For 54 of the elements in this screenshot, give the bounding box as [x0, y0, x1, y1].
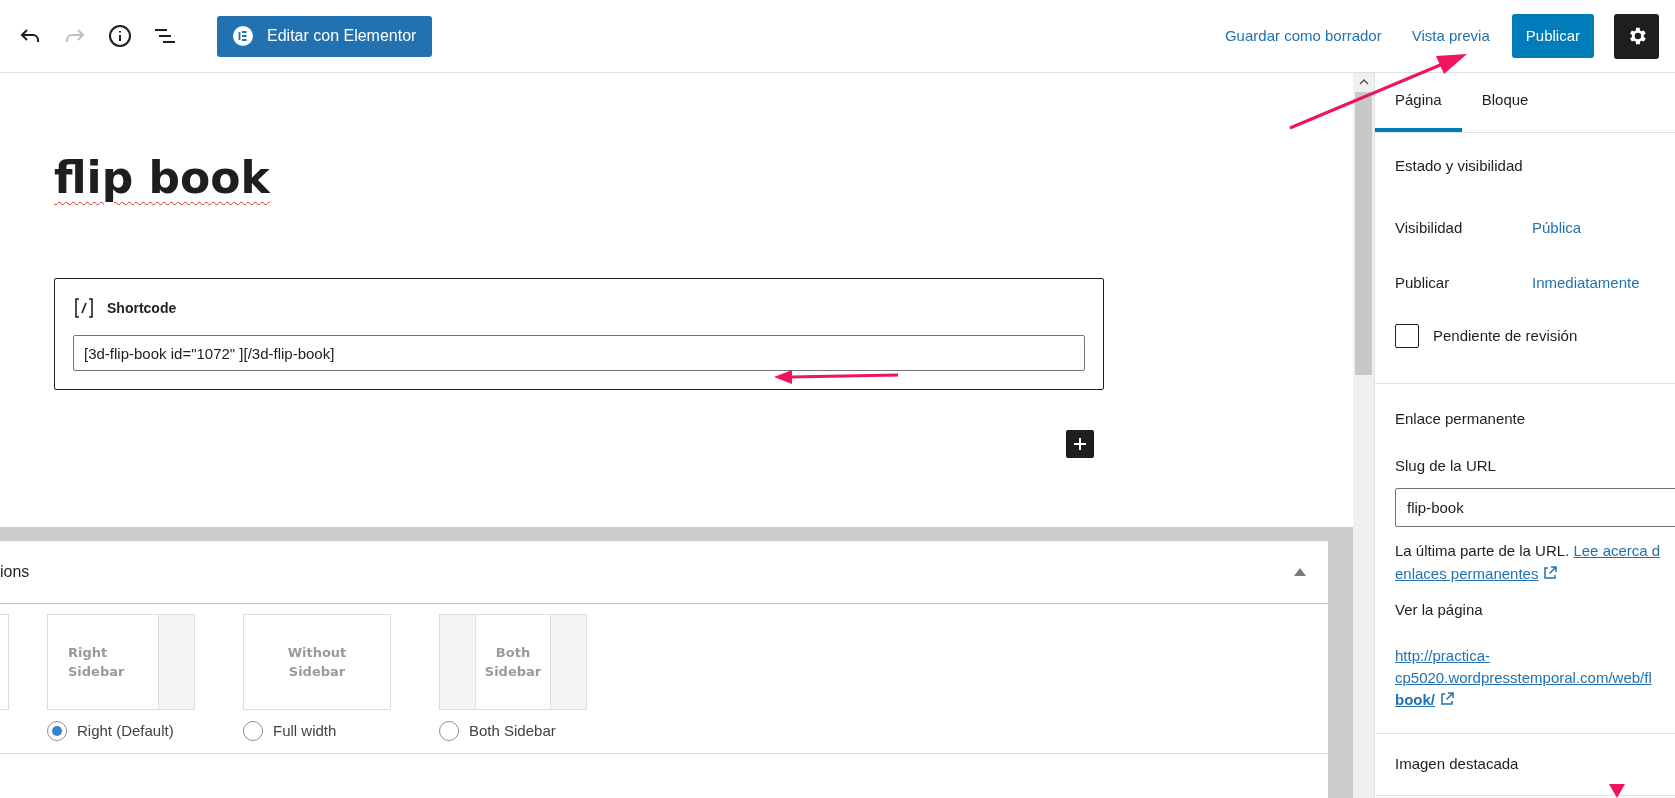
layout-thumbnail[interactable]: Both Sidebar	[439, 614, 587, 710]
shortcode-input[interactable]: [3d-flip-book id="1072" ][/3d-flip-book]	[73, 335, 1085, 371]
collapse-icon[interactable]	[1294, 568, 1306, 576]
page-url-link[interactable]: book/	[1395, 691, 1435, 708]
sidebar-tab[interactable]: Bloque	[1461, 73, 1549, 132]
edit-with-elementor-button[interactable]: Editar con Elementor	[217, 15, 433, 57]
section-heading[interactable]: Estado y visibilidad	[1395, 133, 1675, 201]
checkbox-label: Pendiente de revisión	[1433, 325, 1578, 346]
info-icon[interactable]	[108, 24, 132, 48]
field-label: Publicar	[1395, 273, 1451, 294]
field-value-link[interactable]: Inmediatamente	[1532, 272, 1640, 295]
layout-thumbnail[interactable]: Right Sidebar	[47, 614, 195, 710]
help-link[interactable]: Lee acerca d	[1573, 542, 1661, 559]
help-link[interactable]: enlaces permanentes	[1395, 565, 1539, 582]
thumbnail-label: Both Sidebar	[483, 644, 543, 681]
preview-link[interactable]: Vista previa	[1411, 24, 1490, 48]
plus-icon	[1072, 436, 1088, 452]
shortcode-icon	[73, 297, 95, 319]
external-link-icon	[1439, 691, 1455, 707]
add-block-button[interactable]	[1066, 430, 1094, 458]
layout-radio-option[interactable]: Right (Default)	[47, 720, 205, 743]
elementor-logo-icon	[233, 26, 253, 46]
radio-label: Full width	[273, 721, 337, 741]
page-url-link[interactable]: http://practica-	[1395, 647, 1491, 664]
field-label: Ver la página	[1395, 600, 1484, 620]
field-label: Visibilidad	[1395, 218, 1464, 239]
layout-radio-option[interactable]: Full width	[243, 720, 401, 743]
scrollbar[interactable]	[1353, 73, 1374, 798]
block-name: Shortcode	[107, 298, 177, 318]
annotation-arrowhead	[1609, 784, 1625, 798]
radio-label: Both Sidebar	[469, 721, 556, 741]
save-draft-link[interactable]: Guardar como borrador	[1224, 24, 1382, 48]
section-heading[interactable]: Enlace permanente	[1395, 384, 1675, 455]
radio-label: Right (Default)	[77, 721, 174, 741]
field-value-link[interactable]: Pública	[1532, 217, 1582, 240]
section-heading[interactable]: Imagen destacada	[1395, 753, 1519, 776]
post-title[interactable]: flip book	[54, 151, 1353, 205]
scroll-up-icon[interactable]	[1358, 78, 1369, 86]
publish-button[interactable]: Publicar	[1511, 14, 1594, 58]
page-url-link[interactable]: cp5020.wordpresstemporal.com/web/fl	[1395, 669, 1652, 686]
layout-thumbnail[interactable]: Without Sidebar	[243, 614, 391, 710]
checkbox[interactable]	[1395, 324, 1419, 348]
layout-thumbnail[interactable]	[0, 614, 9, 710]
sidebar-tab[interactable]: Página	[1375, 73, 1462, 132]
layout-radio-option[interactable]: Both Sidebar	[439, 720, 597, 743]
field-label: Slug de la URL	[1395, 456, 1497, 476]
settings-button[interactable]	[1614, 13, 1659, 59]
slug-input[interactable]: flip-book	[1395, 488, 1675, 527]
thumbnail-label: Without Sidebar	[286, 644, 348, 681]
help-text: La última parte de la URL.	[1395, 542, 1570, 559]
external-link-icon	[1542, 565, 1559, 581]
shortcode-block[interactable]: Shortcode [3d-flip-book id="1072" ][/3d-flip-book]	[54, 278, 1104, 390]
thumbnail-label: Right Sidebar	[68, 644, 126, 681]
panel-heading: ions	[0, 562, 30, 582]
